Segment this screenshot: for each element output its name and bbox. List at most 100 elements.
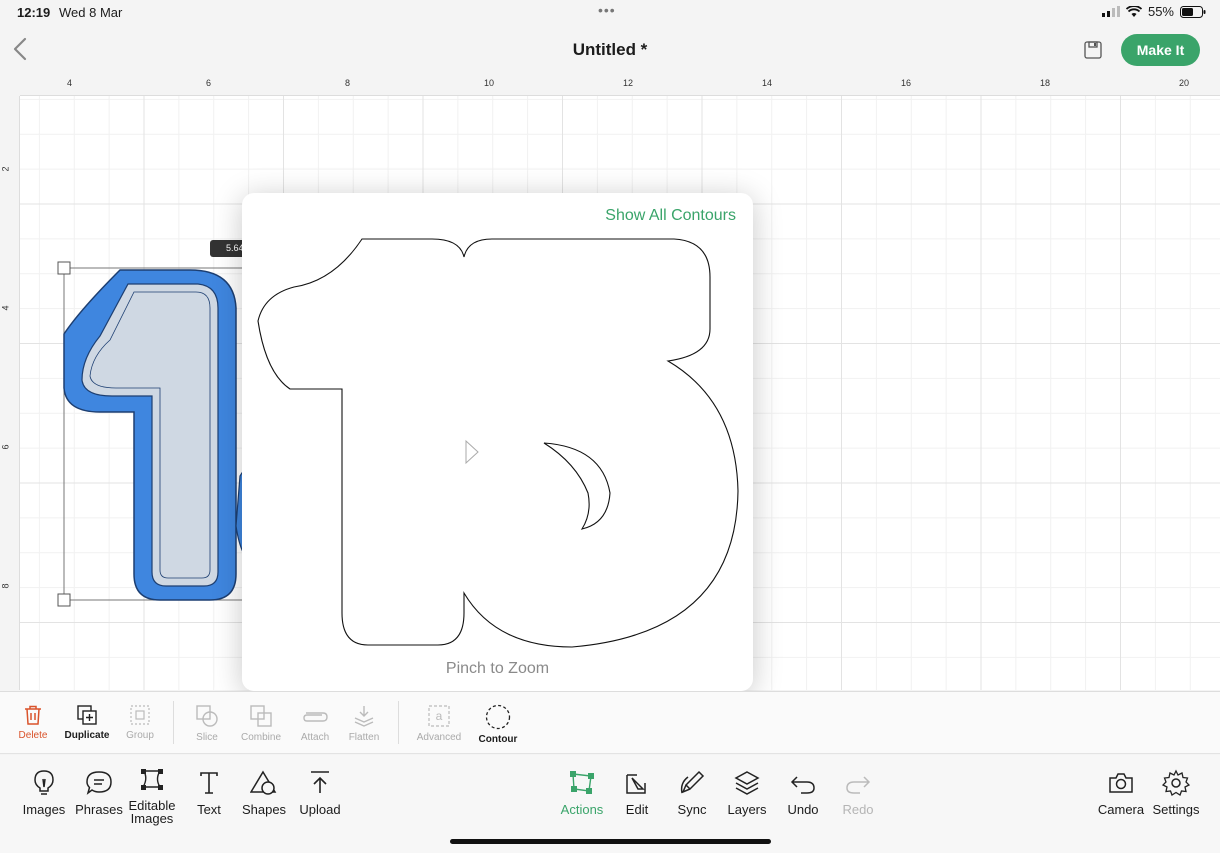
status-bar: 12:19 Wed 8 Mar ••• 55% (0, 0, 1220, 24)
settings-button[interactable]: Settings (1150, 765, 1202, 816)
contour-button[interactable]: Contour (476, 692, 520, 754)
advanced-label: Advanced (416, 732, 462, 743)
ruler-tick-label: 6 (0, 444, 11, 450)
tab-text-label: Text (197, 802, 221, 817)
toolbar-divider (398, 701, 399, 744)
resize-handle[interactable] (57, 593, 71, 607)
tab-upload[interactable]: Upload (296, 765, 344, 816)
trash-icon (25, 705, 41, 725)
combine-button[interactable]: Combine (238, 692, 284, 754)
slice-label: Slice (196, 732, 218, 743)
duplicate-icon (77, 705, 97, 725)
advanced-icon: a (428, 705, 450, 727)
tab-editable-images[interactable]: Editable Images (126, 761, 178, 825)
layers-icon (734, 771, 760, 795)
tab-upload-label: Upload (299, 802, 341, 817)
selected-design-shape[interactable] (20, 96, 260, 690)
editable-images-icon (141, 769, 163, 790)
tab-text[interactable]: Text (190, 765, 228, 816)
ruler-tick-label: 10 (484, 78, 495, 88)
multitasking-dots-icon[interactable]: ••• (598, 2, 616, 18)
ruler-tick-label: 8 (0, 583, 11, 589)
undo-label: Undo (787, 802, 819, 817)
attach-button[interactable]: Attach (295, 692, 335, 754)
svg-text:a: a (436, 709, 443, 723)
advanced-button[interactable]: a Advanced (414, 692, 464, 754)
tab-images-label: Images (22, 802, 66, 817)
actions-icon (570, 771, 594, 794)
text-icon (200, 772, 218, 794)
ruler-tick-label: 18 (1040, 78, 1051, 88)
ruler-tick-label: 2 (0, 166, 11, 172)
combine-icon (250, 705, 272, 727)
redo-button[interactable]: Redo (838, 765, 878, 816)
ruler-tick-label: 6 (206, 78, 212, 88)
action-toolbar: Delete Duplicate Group Slice Combine Att… (0, 691, 1220, 754)
horizontal-ruler: 4 6 8 10 12 14 16 18 20 (20, 76, 1220, 96)
group-button[interactable]: Group (120, 692, 160, 754)
group-label: Group (126, 730, 154, 741)
group-icon (130, 705, 150, 725)
ruler-tick-label: 8 (345, 78, 351, 88)
delete-label: Delete (18, 730, 48, 741)
ruler-tick-label: 4 (67, 78, 73, 88)
attach-label: Attach (300, 732, 330, 743)
tab-sync-label: Sync (677, 802, 707, 817)
duplicate-button[interactable]: Duplicate (62, 692, 112, 754)
design-space-screen: 12:19 Wed 8 Mar ••• 55% Untitled * Make … (0, 0, 1220, 853)
dimension-label: 5.64 (210, 240, 246, 257)
flatten-icon (354, 706, 374, 727)
save-icon[interactable] (1083, 40, 1103, 60)
sync-icon (680, 770, 705, 794)
ruler-tick-label: 16 (901, 78, 912, 88)
tab-edit[interactable]: Edit (617, 765, 657, 816)
redo-label: Redo (842, 802, 874, 817)
home-indicator[interactable] (450, 839, 771, 844)
settings-label: Settings (1152, 802, 1200, 817)
vertical-ruler: 2 4 6 8 (0, 96, 20, 690)
make-it-button[interactable]: Make It (1121, 34, 1200, 66)
battery-percent: 55% (1147, 4, 1174, 19)
contour-icon (485, 704, 511, 730)
attach-icon (303, 712, 328, 722)
camera-button[interactable]: Camera (1096, 765, 1146, 816)
battery-icon (1180, 5, 1206, 18)
ruler-tick-label: 20 (1179, 78, 1190, 88)
tab-phrases-label: Phrases (75, 802, 123, 817)
ruler-tick-label: 14 (762, 78, 773, 88)
shapes-icon (250, 770, 277, 795)
redo-icon (846, 776, 871, 794)
tab-editable-images-label: Editable Images (128, 798, 176, 826)
status-indicators: 55% (1101, 4, 1206, 19)
status-time: 12:19 (17, 5, 51, 20)
slice-icon (196, 705, 218, 727)
status-date: Wed 8 Mar (59, 5, 123, 20)
speech-bubble-icon (86, 771, 112, 795)
tab-actions[interactable]: Actions (556, 765, 608, 816)
tab-shapes[interactable]: Shapes (240, 765, 288, 816)
tab-layers-label: Layers (727, 802, 767, 817)
undo-button[interactable]: Undo (782, 765, 824, 816)
tab-phrases[interactable]: Phrases (75, 765, 123, 816)
tab-sync[interactable]: Sync (672, 765, 712, 816)
flatten-button[interactable]: Flatten (344, 692, 384, 754)
toolbar-divider (173, 701, 174, 744)
flatten-label: Flatten (348, 732, 380, 743)
contour-panel: Show All Contours Pinch to Zoom (242, 193, 753, 691)
project-title: Untitled * (572, 40, 648, 59)
ruler-tick-label: 12 (623, 78, 634, 88)
tab-edit-label: Edit (625, 802, 649, 817)
duplicate-label: Duplicate (64, 730, 110, 741)
resize-handle[interactable] (57, 261, 71, 275)
lightbulb-icon (34, 770, 54, 795)
wifi-icon (1125, 5, 1142, 17)
edit-icon (626, 774, 646, 794)
combine-label: Combine (240, 732, 282, 743)
contour-preview[interactable] (242, 193, 753, 663)
delete-button[interactable]: Delete (12, 692, 54, 754)
tab-layers[interactable]: Layers (725, 765, 769, 816)
gear-icon (1162, 769, 1190, 796)
slice-button[interactable]: Slice (187, 692, 227, 754)
tab-actions-label: Actions (560, 802, 604, 817)
tab-images[interactable]: Images (20, 765, 68, 816)
